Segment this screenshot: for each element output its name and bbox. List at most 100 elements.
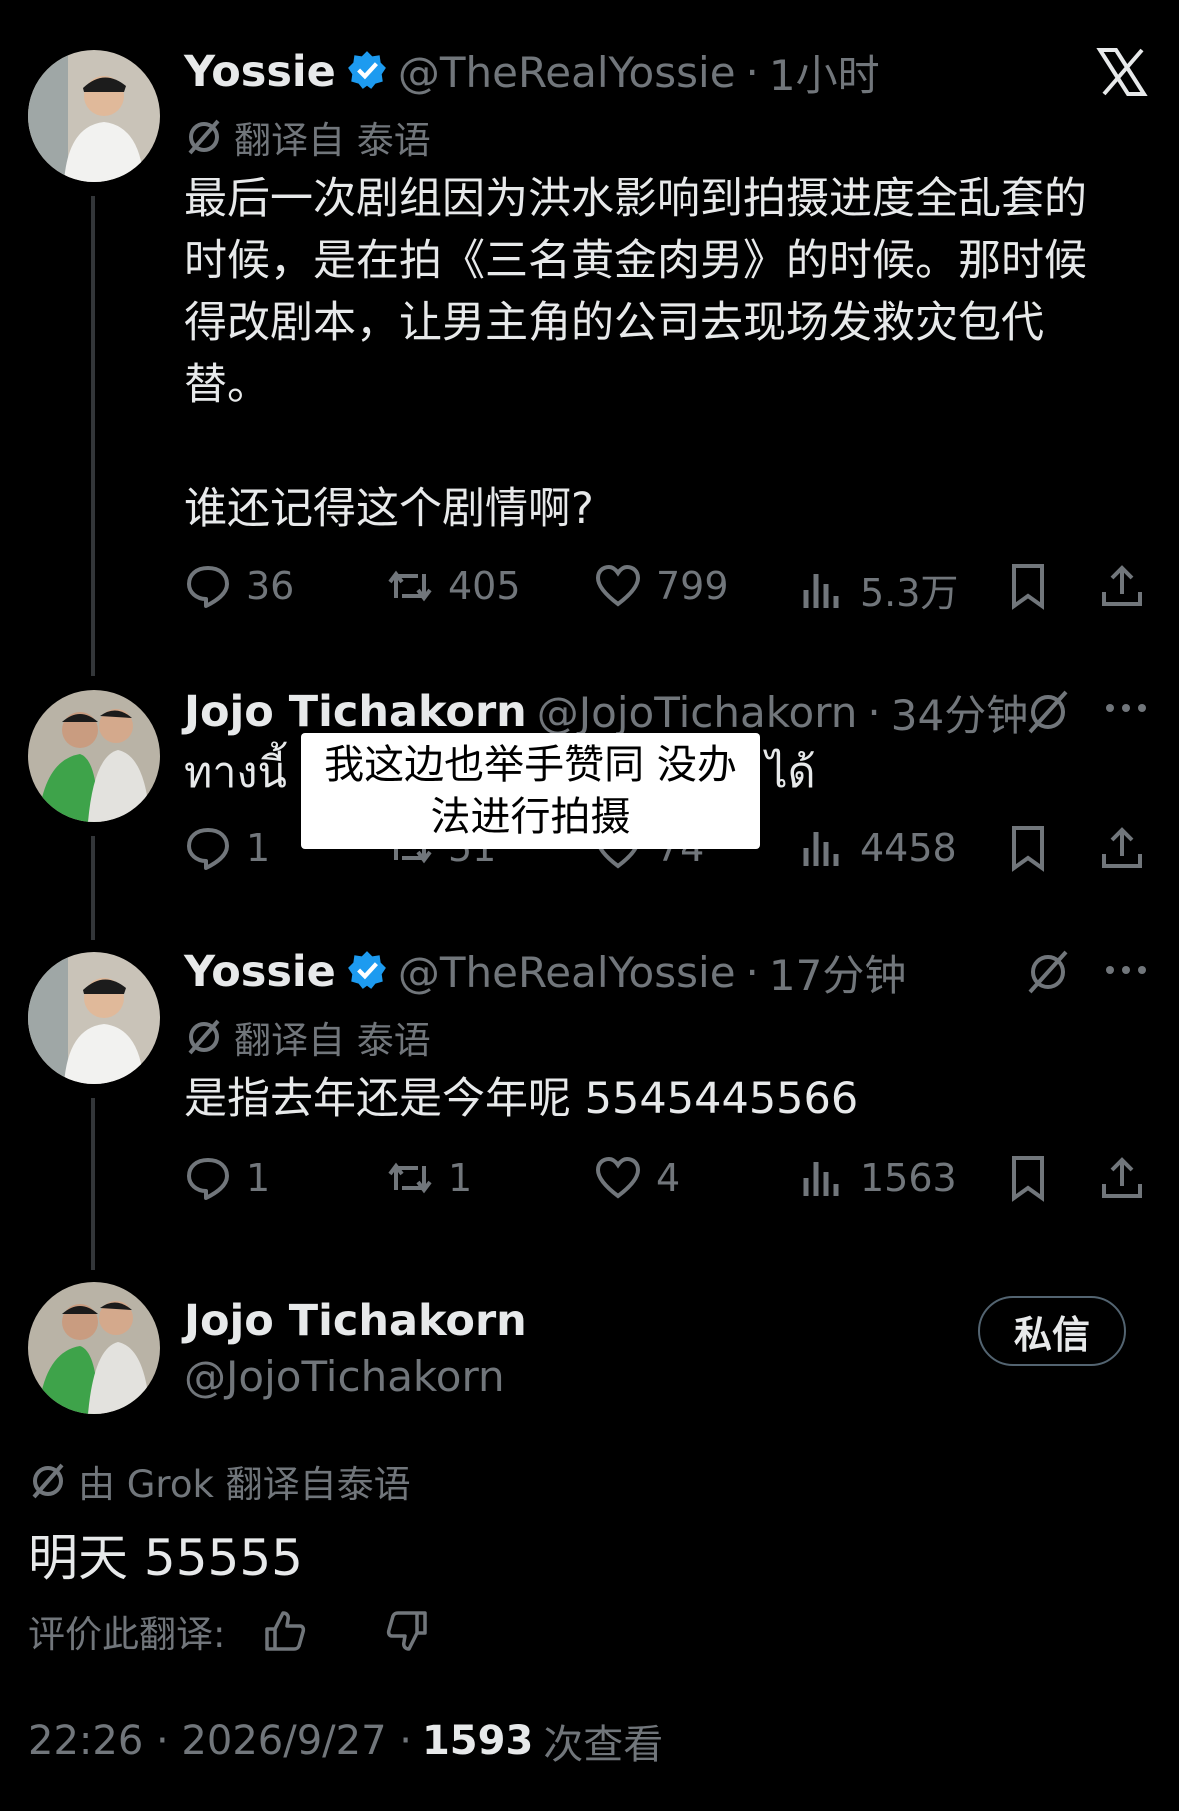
views-icon — [803, 832, 839, 866]
translate-icon — [188, 1019, 220, 1055]
like-button[interactable]: 799 — [594, 562, 729, 610]
tweet-text: 最后一次剧组因为洪水影响到拍摄进度全乱套的 时候，是在拍《三名黄金肉男》的时候。… — [184, 168, 1144, 416]
like-icon — [595, 1156, 641, 1199]
views-button[interactable]: 4458 — [798, 824, 957, 872]
dot-separator: · — [867, 687, 881, 737]
repost-icon — [388, 570, 432, 602]
direct-message-button[interactable]: 私信 — [978, 1296, 1126, 1366]
post-time[interactable]: 34分钟 — [891, 682, 1028, 743]
repost-icon — [388, 1162, 432, 1194]
share-button[interactable] — [1098, 1154, 1146, 1202]
translate-icon — [188, 119, 220, 155]
post-time[interactable]: 1小时 — [769, 42, 880, 103]
bookmark-button[interactable] — [1004, 1154, 1052, 1202]
translation-caption-overlay: 我这边也举手赞同 没办 法进行拍摄 — [301, 733, 760, 849]
reply-icon — [187, 566, 229, 608]
translate-icon — [1028, 950, 1068, 994]
tweet-text-part: ทางนี้ — [184, 748, 287, 798]
reply-count: 1 — [246, 1156, 271, 1200]
tweet-text-line: 时候，是在拍《三名黄金肉男》的时候。那时候 — [184, 236, 1087, 286]
tweet-text-line: 谁还记得这个剧情啊? — [184, 484, 594, 534]
post-meta: 22:26 · 2026/9/27 · 1593 次查看 — [28, 1712, 663, 1770]
author-name[interactable]: Yossie — [184, 947, 336, 997]
bookmark-button[interactable] — [1004, 562, 1052, 610]
translated-label: 翻译自 泰语 — [234, 1019, 431, 1062]
dot-separator: · — [745, 47, 759, 97]
share-icon — [1102, 1157, 1142, 1198]
translate-button[interactable] — [1024, 688, 1072, 740]
bookmark-icon — [1012, 564, 1044, 610]
share-icon — [1102, 827, 1142, 868]
more-icon[interactable] — [1104, 960, 1148, 984]
tweet-text-line: 得改剧本，让男主角的公司去现场发救灾包代 — [184, 298, 1044, 348]
author-name[interactable]: Jojo Tichakorn — [184, 687, 527, 737]
repost-count: 405 — [448, 564, 521, 608]
thread-line — [91, 1098, 95, 1270]
verified-icon — [346, 949, 388, 995]
like-button[interactable]: 4 — [594, 1154, 680, 1202]
translate-icon — [1028, 690, 1068, 734]
views-button[interactable]: 5.3万 — [798, 562, 958, 617]
translate-button[interactable] — [1024, 948, 1072, 1000]
views-count: 5.3万 — [860, 571, 959, 615]
avatar[interactable] — [28, 690, 160, 822]
tweet-text-line: 最后一次剧组因为洪水影响到拍摄进度全乱套的 — [184, 174, 1087, 224]
author-name[interactable]: Jojo Tichakorn — [184, 1296, 527, 1346]
avatar[interactable] — [28, 952, 160, 1084]
reply-button[interactable]: 1 — [184, 1154, 270, 1202]
like-count: 799 — [656, 564, 729, 608]
author-handle[interactable]: @JojoTichakorn — [184, 1352, 505, 1401]
like-count: 4 — [656, 1156, 681, 1200]
share-button[interactable] — [1098, 824, 1146, 872]
thumbs-down-icon[interactable] — [385, 1609, 429, 1653]
reply-count: 1 — [246, 826, 271, 870]
reply-count: 36 — [246, 564, 295, 608]
tweet-text-part: ได้ — [766, 748, 816, 798]
more-icon[interactable] — [1104, 698, 1148, 722]
views-button[interactable]: 1563 — [798, 1154, 957, 1202]
views-count: 1563 — [860, 1156, 957, 1200]
views-count: 4458 — [860, 826, 957, 870]
author-name[interactable]: Yossie — [184, 47, 336, 97]
dot-separator: · — [745, 947, 759, 997]
thumbs-up-icon[interactable] — [263, 1609, 307, 1653]
tweet-text: 是指去年还是今年呢 5545445566 — [184, 1074, 859, 1124]
translated-label: 由 Grok 翻译自泰语 — [78, 1463, 411, 1506]
caption-line: 我这边也举手赞同 没办 — [324, 742, 737, 788]
author-handle[interactable]: @TheRealYossie — [398, 948, 736, 997]
post-time[interactable]: 17分钟 — [769, 942, 906, 1003]
translated-from[interactable]: 翻译自 泰语 — [184, 110, 431, 164]
share-button[interactable] — [1098, 562, 1146, 610]
repost-count: 1 — [448, 1156, 473, 1200]
views-label: 次查看 — [543, 1722, 664, 1768]
like-icon — [595, 564, 641, 607]
views-icon — [803, 1162, 839, 1196]
author-handle[interactable]: @JojoTichakorn — [537, 688, 858, 737]
reply-button[interactable]: 1 — [184, 824, 270, 872]
thread-line — [91, 196, 95, 676]
share-icon — [1102, 565, 1142, 606]
repost-button[interactable]: 405 — [386, 562, 521, 610]
translated-from[interactable]: 由 Grok 翻译自泰语 — [28, 1454, 411, 1508]
verified-icon — [346, 49, 388, 95]
post-timestamp[interactable]: 22:26 · 2026/9/27 · — [28, 1718, 412, 1764]
translated-label: 翻译自 泰语 — [234, 119, 431, 162]
reply-button[interactable]: 36 — [184, 562, 294, 610]
translate-icon — [32, 1463, 64, 1499]
translated-from[interactable]: 翻译自 泰语 — [184, 1010, 431, 1064]
views-icon — [803, 573, 839, 608]
avatar[interactable] — [28, 1282, 160, 1414]
bookmark-button[interactable] — [1004, 824, 1052, 872]
author-handle[interactable]: @TheRealYossie — [398, 48, 736, 97]
tweet-header: Yossie @TheRealYossie · 17分钟 — [184, 944, 906, 1000]
rate-translation-label: 评价此翻译: — [28, 1613, 226, 1656]
reply-icon — [187, 828, 229, 870]
tweet-header: Yossie @TheRealYossie · 1小时 — [184, 44, 880, 100]
rate-translation: 评价此翻译: — [28, 1604, 429, 1658]
avatar[interactable] — [28, 50, 160, 182]
repost-button[interactable]: 1 — [386, 1154, 472, 1202]
bookmark-icon — [1012, 826, 1044, 872]
close-x-icon[interactable] — [1096, 46, 1148, 98]
tweet-text: 明天 55555 — [28, 1529, 303, 1587]
caption-line: 法进行拍摄 — [430, 794, 631, 840]
